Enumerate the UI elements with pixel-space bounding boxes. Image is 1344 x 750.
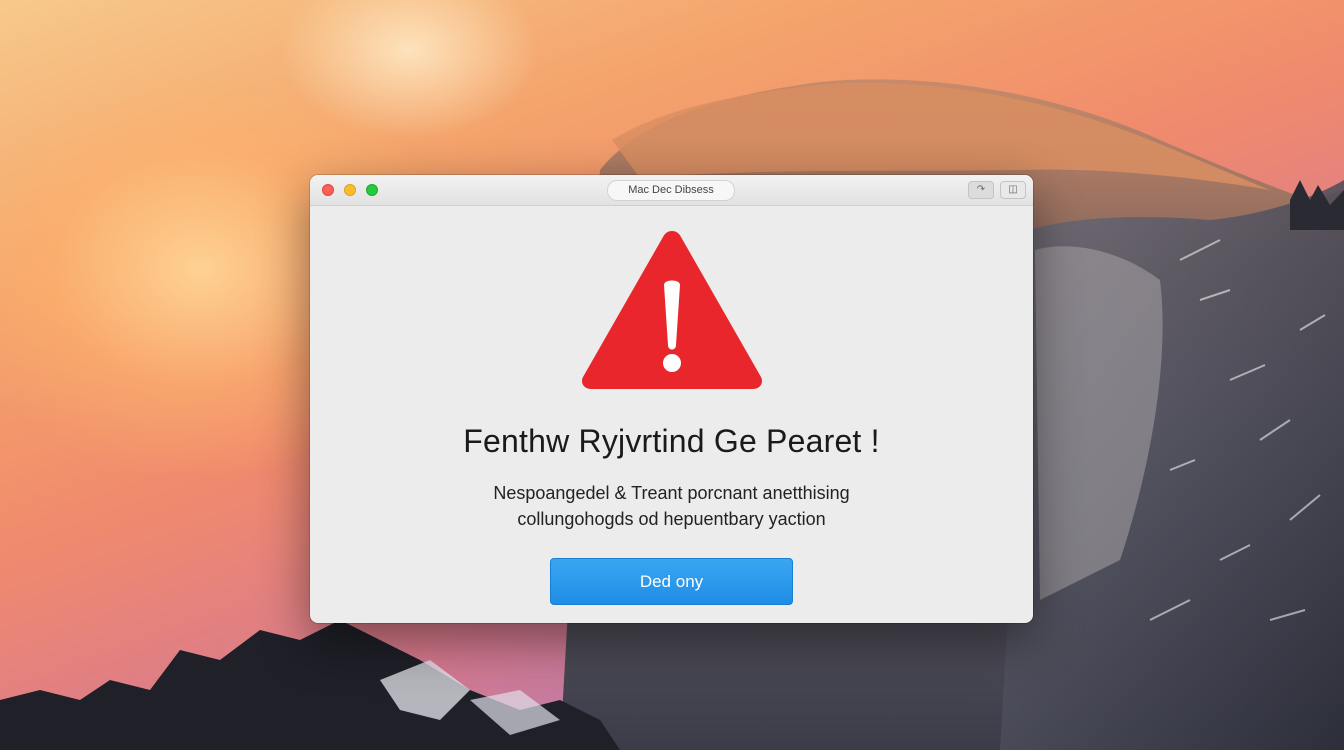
window-titlebar[interactable]: Mac Dec Dibsess ↷ ◫ [310,175,1033,206]
desktop-wallpaper: Mac Dec Dibsess ↷ ◫ Fenthw Ryjvrtind Ge … [0,0,1344,750]
minimize-button[interactable] [344,184,356,196]
alert-message-line-1: Nespoangedel & Treant porcnant anetthisi… [493,483,850,503]
warning-triangle-icon [581,231,763,389]
window-title: Mac Dec Dibsess [607,180,735,201]
zoom-button[interactable] [366,184,378,196]
alert-window: Mac Dec Dibsess ↷ ◫ Fenthw Ryjvrtind Ge … [310,175,1033,623]
share-icon[interactable]: ↷ [968,181,994,199]
primary-action-button[interactable]: Ded ony [550,558,793,605]
alert-message-line-2: collungohogds od hepuentbary yaction [517,509,826,529]
sidebar-icon[interactable]: ◫ [1000,181,1026,199]
alert-heading: Fenthw Ryjvrtind Ge Pearet ! [463,423,880,459]
close-button[interactable] [322,184,334,196]
